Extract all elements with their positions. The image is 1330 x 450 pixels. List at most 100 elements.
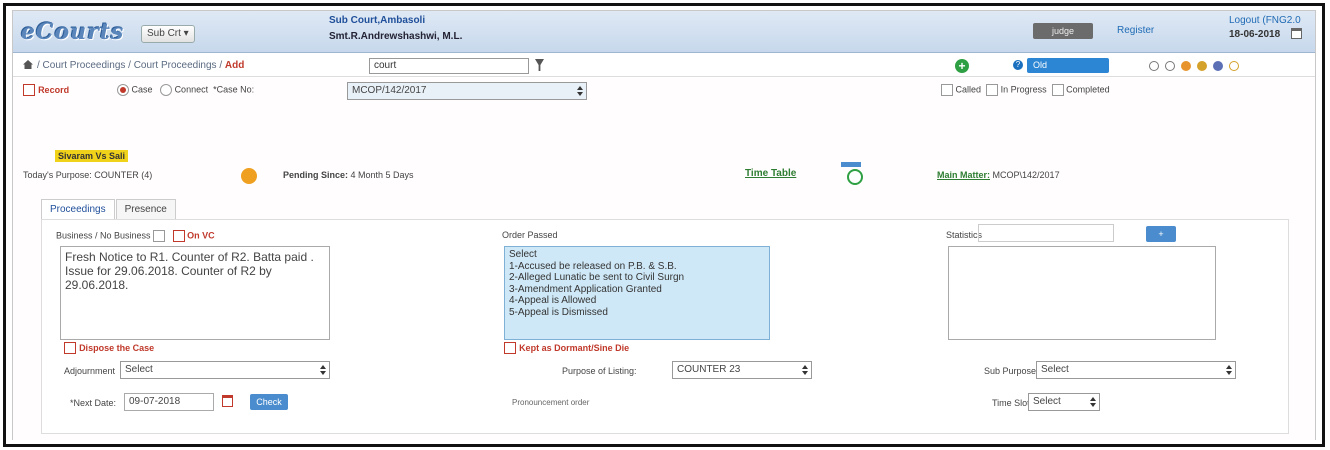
business-textarea[interactable]: Fresh Notice to R1. Counter of R2. Batta… <box>60 246 330 340</box>
time-slot-select[interactable]: Select <box>1028 393 1100 411</box>
completed-label: Completed <box>1066 84 1110 95</box>
tab-proceedings[interactable]: Proceedings <box>41 199 115 219</box>
check-button[interactable]: Check <box>250 394 288 410</box>
status-dot-icon[interactable] <box>1213 61 1223 71</box>
adjournment-label: Adjournment <box>64 366 116 376</box>
order-option[interactable]: 4-Appeal is Allowed <box>509 295 765 307</box>
filter-icon[interactable] <box>535 59 544 71</box>
sub-purpose-value: Select <box>1041 364 1069 375</box>
record-checkbox[interactable] <box>23 84 35 97</box>
on-vc-label: On VC <box>187 230 215 241</box>
app-container: eCourts Sub Crt ▾ Sub Court,Ambasoli Smt… <box>12 10 1316 440</box>
status-dot-icon[interactable] <box>1149 61 1159 71</box>
next-date-input[interactable]: 09-07-2018 <box>124 393 214 411</box>
in-progress-checkbox[interactable] <box>986 84 999 96</box>
case-no-select[interactable]: MCOP/142/2017 <box>347 82 587 100</box>
dispose-checkbox[interactable] <box>64 342 76 355</box>
purpose-listing-label: Purpose of Listing: <box>562 366 637 376</box>
help-icon[interactable]: ? <box>1013 60 1023 70</box>
order-passed-label: Order Passed <box>502 230 558 240</box>
statistics-label: Statistics <box>946 230 983 240</box>
search-input[interactable]: court <box>369 58 529 74</box>
logout-link[interactable]: Logout (FNG2.0 <box>1229 15 1301 26</box>
adjournment-value: Select <box>125 364 153 375</box>
chevron-updown-icon <box>1089 397 1096 407</box>
called-checkbox[interactable] <box>941 84 953 96</box>
on-vc-checkbox[interactable] <box>172 230 185 242</box>
order-option[interactable]: 3-Amendment Application Granted <box>509 284 765 296</box>
tab-presence[interactable]: Presence <box>115 199 176 219</box>
status-circle-icon <box>241 168 257 184</box>
chevron-updown-icon <box>319 365 326 375</box>
time-slot-value: Select <box>1033 396 1061 407</box>
case-radio-label: Case <box>131 84 153 95</box>
order-option[interactable]: 2-Alleged Lunatic be sent to Civil Surgn <box>509 272 765 284</box>
court-name[interactable]: Sub Court,Ambasoli <box>329 15 425 26</box>
statistics-textarea[interactable] <box>948 246 1216 340</box>
dormant-checkbox[interactable] <box>504 342 516 355</box>
sub-purpose-label: Sub Purpose: <box>984 366 1039 376</box>
pending-since-value: 4 Month 5 Days <box>350 170 414 180</box>
sub-purpose-select[interactable]: Select <box>1036 361 1236 379</box>
in-progress-label: In Progress <box>1000 84 1047 95</box>
order-option[interactable]: 1-Accused be released on P.B. & S.B. <box>509 261 765 273</box>
status-dot-icon[interactable] <box>1165 61 1175 71</box>
todays-purpose-value: COUNTER (4) <box>94 170 153 180</box>
header-date: 18-06-2018 <box>1229 29 1281 40</box>
subcourt-dropdown-button[interactable]: Sub Crt ▾ <box>141 25 195 43</box>
chevron-updown-icon <box>1225 365 1232 375</box>
tab-bar: Proceedings Presence <box>41 199 177 219</box>
judge-name: Smt.R.Andrewshashwi, M.L. <box>329 31 463 42</box>
status-dot-icon[interactable] <box>1197 61 1207 71</box>
purpose-listing-select[interactable]: COUNTER 23 <box>672 361 812 379</box>
proceedings-form: Record Case Connect *Case No: MCOP/142/2… <box>13 78 1315 440</box>
order-option[interactable]: Select <box>509 249 765 261</box>
time-slot-label: Time Slot: <box>992 398 1033 408</box>
add-icon[interactable]: + <box>955 59 969 73</box>
business-checkbox[interactable] <box>153 230 166 242</box>
dispose-label: Dispose the Case <box>79 343 155 353</box>
calendar-picker-icon[interactable] <box>222 395 233 407</box>
chevron-updown-icon <box>801 365 808 375</box>
statistics-input[interactable] <box>978 224 1114 242</box>
order-option[interactable]: 5-Appeal is Dismissed <box>509 307 765 319</box>
dormant-label: Kept as Dormant/Sine Die <box>519 343 630 353</box>
old-button[interactable]: Old <box>1027 58 1109 73</box>
called-label: Called <box>955 84 982 95</box>
app-header: eCourts Sub Crt ▾ Sub Court,Ambasoli Smt… <box>13 11 1315 53</box>
user-button[interactable]: judge <box>1033 23 1093 39</box>
todays-purpose-label: Today's Purpose: <box>23 170 92 180</box>
status-dot-icon[interactable] <box>1229 61 1239 71</box>
business-label: Business / No Business <box>56 230 151 241</box>
completed-checkbox[interactable] <box>1051 84 1064 96</box>
adjournment-select[interactable]: Select <box>120 361 330 379</box>
next-date-label: *Next Date: <box>70 398 117 408</box>
main-matter-value: MCOP\142/2017 <box>992 170 1060 180</box>
home-icon[interactable] <box>23 60 33 69</box>
purpose-listing-value: COUNTER 23 <box>677 364 741 375</box>
calendar-icon[interactable] <box>1291 28 1302 39</box>
case-no-label: *Case No: <box>213 84 255 95</box>
order-passed-listbox[interactable]: Select 1-Accused be released on P.B. & S.… <box>504 246 770 340</box>
time-table-link[interactable]: Time Table <box>745 168 796 179</box>
register-link[interactable]: Register <box>1117 25 1154 36</box>
status-dot-icon[interactable] <box>1181 61 1191 71</box>
breadcrumb[interactable]: / Court Proceedings / Court Proceedings … <box>37 60 244 71</box>
clock-calendar-icon[interactable] <box>841 162 867 186</box>
connect-radio-label: Connect <box>174 84 209 95</box>
connect-radio[interactable] <box>160 84 173 96</box>
ecourts-logo[interactable]: eCourts <box>21 19 124 45</box>
window-frame: eCourts Sub Crt ▾ Sub Court,Ambasoli Smt… <box>3 3 1325 447</box>
record-label: Record <box>38 85 70 95</box>
case-radio[interactable] <box>117 84 129 96</box>
pronouncement-label: Pronouncement order <box>512 398 590 407</box>
pending-since-label: Pending Since: <box>283 170 349 180</box>
proceedings-panel: Business / No Business On VC Fresh Notic… <box>41 219 1289 434</box>
add-statistics-button[interactable]: + <box>1146 226 1176 242</box>
breadcrumb-current: Add <box>224 60 245 71</box>
breadcrumb-path[interactable]: / Court Proceedings / Court Proceedings … <box>37 60 225 71</box>
main-matter-link[interactable]: Main Matter: <box>937 170 990 180</box>
case-title-badge: Sivaram Vs Sali <box>55 150 129 162</box>
case-no-value: MCOP/142/2017 <box>352 85 427 96</box>
chevron-updown-icon <box>576 86 583 96</box>
